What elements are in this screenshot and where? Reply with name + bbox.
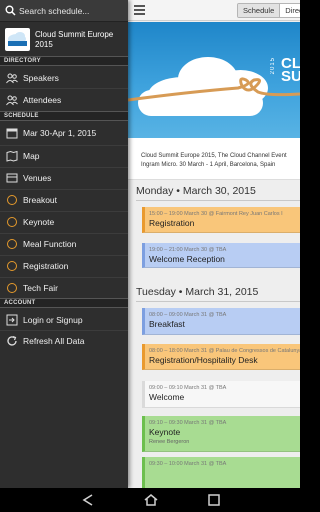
login-icon [6,314,18,326]
session-title: Registration [149,218,195,228]
session-time: 08:00 – 09:00 March 31 @ TBA [149,312,227,318]
session-title: Welcome Reception [149,254,225,264]
sidebar-item-meal-function[interactable]: Meal Function [0,234,128,254]
intro-line: Ingram Micro. 30 March - 1 April, Barcel… [141,162,276,168]
session-time: 09:30 – 10:00 March 31 @ TBA [149,461,227,467]
session-time: 08:00 – 18:00 March 31 @ Palau de Congre… [149,348,300,354]
sidebar-item-label: Registration [23,261,69,271]
circle-icon [7,195,17,205]
event-logo [5,28,30,51]
sidebar-item-label: Map [23,151,40,161]
map-icon [6,150,18,162]
sidebar-item-label: Refresh All Data [23,336,85,346]
session-speaker: Renee Bergeron [149,439,190,445]
session-title: Breakfast [149,319,185,329]
banner-year: 2015 [270,57,276,75]
sidebar-item-attendees[interactable]: Attendees [0,90,128,110]
home-icon[interactable] [143,492,159,508]
sidebar-item-registration[interactable]: Registration [0,256,128,276]
session-time: 15:00 – 19:00 March 30 @ Fairmont Rey Ju… [149,211,283,217]
navigation-drawer: Cloud Summit Europe 2015 DIRECTORY Speak… [0,0,128,488]
sidebar-item-label: Keynote [23,217,55,227]
sidebar-item-breakout[interactable]: Breakout [0,190,128,210]
sidebar-item-login[interactable]: Login or Signup [0,310,128,330]
speakers-icon [6,73,18,84]
section-account: ACCOUNT [0,298,128,308]
circle-icon [7,217,17,227]
session-title: Keynote [149,427,181,437]
sidebar-item-tech-fair[interactable]: Tech Fair [0,278,128,298]
tab-schedule[interactable]: Schedule [238,4,280,17]
circle-icon [7,283,17,293]
session-item[interactable]: 09:00 – 09:10 March 31 @ TBA Welcome [142,381,300,408]
search-bar [0,0,128,22]
event-name: Cloud Summit Europe 2015 [35,30,114,49]
session-title: Welcome [149,392,185,402]
calendar-icon [6,128,18,139]
session-item[interactable]: 09:30 – 10:00 March 31 @ TBA [142,457,300,488]
sidebar-item-venues[interactable]: Venues [0,168,128,188]
session-item[interactable]: 09:10 – 09:30 March 31 @ TBA Keynote Ren… [142,416,300,452]
circle-icon [7,261,17,271]
day-header: Monday • March 30, 2015 [136,185,256,197]
event-intro: Cloud Summit Europe 2015, The Cloud Chan… [128,138,300,180]
refresh-icon [7,335,17,346]
back-icon[interactable] [80,492,96,508]
session-title: Registration/Hospitality Desk [149,355,258,365]
sidebar-item-refresh[interactable]: Refresh All Data [0,331,128,351]
session-time: 09:10 – 09:30 March 31 @ TBA [149,420,227,426]
circle-icon [7,239,17,249]
session-item[interactable]: 08:00 – 18:00 March 31 @ Palau de Congre… [142,344,300,370]
search-input[interactable] [19,4,123,18]
sidebar-item-label: Tech Fair [23,283,58,293]
sidebar-item-label: Breakout [23,195,58,205]
divider [0,88,128,89]
sidebar-item-label: Meal Function [23,239,77,249]
tab-directory[interactable]: Directory [279,4,300,17]
day-header: Tuesday • March 31, 2015 [136,286,259,298]
session-time: 09:00 – 09:10 March 31 @ TBA [149,385,227,391]
rope-knot-image [128,77,300,102]
event-switcher[interactable]: Cloud Summit Europe 2015 [0,23,128,56]
app-toolbar: Schedule Directory [128,0,300,21]
menu-icon[interactable] [134,5,145,15]
sidebar-item-label: Mar 30-Apr 1, 2015 [23,128,97,138]
session-item[interactable]: 15:00 – 19:00 March 30 @ Fairmont Rey Ju… [142,207,300,233]
search-icon [5,5,16,16]
session-item[interactable]: 08:00 – 09:00 March 31 @ TBA Breakfast [142,308,300,335]
recents-icon[interactable] [206,492,222,508]
event-banner: 2015 CL SU [128,22,300,138]
sidebar-item-keynote[interactable]: Keynote [0,212,128,232]
sidebar-item-speakers[interactable]: Speakers [0,68,128,88]
divider [136,301,300,302]
section-schedule: SCHEDULE [0,111,128,121]
sidebar-item-label: Attendees [23,95,62,105]
view-tabs: Schedule Directory [237,3,300,18]
sidebar-item-map[interactable]: Map [0,146,128,166]
sidebar-item-dates[interactable]: Mar 30-Apr 1, 2015 [0,123,128,143]
system-nav-bar [0,488,300,512]
attendees-icon [6,95,18,106]
sidebar-item-label: Venues [23,173,52,183]
sidebar-item-label: Speakers [23,73,59,83]
venues-icon [6,173,18,183]
sidebar-item-label: Login or Signup [23,315,83,325]
banner-title: CL SU [281,55,300,85]
divider [136,200,300,201]
section-directory: DIRECTORY [0,56,128,66]
session-time: 19:00 – 21:00 March 30 @ TBA [149,247,227,253]
intro-line: Cloud Summit Europe 2015, The Cloud Chan… [141,153,287,159]
session-item[interactable]: 19:00 – 21:00 March 30 @ TBA Welcome Rec… [142,243,300,268]
